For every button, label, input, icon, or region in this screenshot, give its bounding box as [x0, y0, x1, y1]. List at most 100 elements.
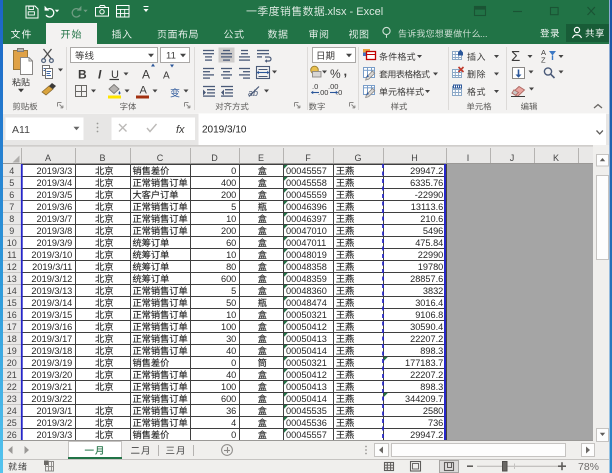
svg-text:30: 30: [226, 334, 236, 344]
svg-text:13113.6: 13113.6: [411, 202, 444, 212]
svg-text:00046396: 00046396: [286, 202, 327, 212]
svg-text:Σ: Σ: [511, 48, 520, 65]
svg-text:fx: fx: [176, 124, 185, 136]
svg-text:736: 736: [428, 418, 443, 428]
svg-text:10: 10: [226, 250, 236, 260]
svg-text:28857.6: 28857.6: [410, 274, 443, 284]
svg-text:475.84: 475.84: [415, 238, 443, 248]
svg-text:00048474: 00048474: [286, 298, 327, 308]
svg-text:00046397: 00046397: [286, 214, 327, 224]
svg-text:11: 11: [7, 250, 16, 260]
svg-text:200: 200: [221, 190, 236, 200]
svg-text:22: 22: [7, 382, 17, 392]
svg-text:2019/3/13: 2019/3/13: [31, 286, 72, 296]
svg-text:3016.4: 3016.4: [415, 298, 443, 308]
svg-text:00047011: 00047011: [286, 238, 326, 248]
svg-text:2019/3/3: 2019/3/3: [37, 430, 73, 440]
svg-text:0: 0: [231, 430, 236, 440]
svg-text:11: 11: [166, 51, 176, 62]
svg-text:600: 600: [221, 394, 236, 404]
svg-text:6: 6: [9, 190, 14, 200]
svg-text:29947.2: 29947.2: [410, 430, 443, 440]
svg-text:50: 50: [226, 298, 236, 308]
svg-text:8: 8: [9, 214, 14, 224]
svg-text:A: A: [163, 71, 170, 82]
svg-text:21: 21: [7, 370, 17, 380]
svg-text:2019/3/3: 2019/3/3: [37, 166, 73, 176]
svg-text:177183.7: 177183.7: [405, 358, 443, 368]
svg-text:00050414: 00050414: [286, 394, 327, 404]
svg-text:12: 12: [7, 262, 17, 272]
svg-text:A: A: [140, 85, 148, 97]
svg-text:7: 7: [9, 202, 14, 212]
svg-text:%: %: [330, 67, 341, 81]
svg-text:A: A: [142, 68, 150, 82]
svg-text:23: 23: [7, 394, 17, 404]
svg-text:24: 24: [7, 406, 17, 416]
svg-text:10: 10: [226, 214, 236, 224]
svg-text:2019/3/17: 2019/3/17: [31, 334, 72, 344]
svg-text:2019/3/10: 2019/3/10: [31, 250, 72, 260]
svg-text:26: 26: [7, 430, 17, 440]
svg-text:00050413: 00050413: [286, 334, 327, 344]
svg-text:00050412: 00050412: [286, 322, 327, 332]
svg-text:,: ,: [344, 64, 348, 79]
svg-text:2019/3/8: 2019/3/8: [37, 226, 73, 236]
svg-text:898.3: 898.3: [420, 346, 443, 356]
svg-text:0: 0: [231, 166, 236, 176]
svg-text:22207.2: 22207.2: [410, 334, 443, 344]
svg-text:2019/3/2: 2019/3/2: [37, 418, 73, 428]
svg-text:80: 80: [226, 262, 236, 272]
svg-text:4: 4: [9, 166, 14, 176]
svg-text:00050414: 00050414: [286, 346, 327, 356]
svg-text:00045557: 00045557: [286, 166, 327, 176]
svg-text:2019/3/9: 2019/3/9: [37, 238, 73, 248]
svg-text:00050321: 00050321: [286, 358, 327, 368]
svg-text:9106.8: 9106.8: [415, 310, 443, 320]
svg-text:40: 40: [226, 370, 236, 380]
svg-text:2019/3/4: 2019/3/4: [37, 178, 73, 188]
svg-text:...: ...: [480, 29, 488, 39]
svg-text:19: 19: [7, 346, 17, 356]
svg-text:17: 17: [7, 322, 17, 332]
svg-text:14: 14: [7, 286, 17, 296]
svg-text:5: 5: [231, 286, 236, 296]
svg-text:00048359: 00048359: [286, 274, 327, 284]
svg-text:19780: 19780: [418, 262, 444, 272]
svg-text:600: 600: [221, 274, 236, 284]
svg-text:B: B: [99, 153, 105, 163]
svg-text:898.3: 898.3: [420, 382, 443, 392]
svg-text:10: 10: [7, 238, 17, 248]
svg-text:16: 16: [7, 310, 17, 320]
svg-text:2019/3/15: 2019/3/15: [31, 310, 72, 320]
svg-text:B: B: [78, 68, 87, 82]
svg-text:25: 25: [7, 418, 17, 428]
svg-text:2019/3/12: 2019/3/12: [31, 274, 72, 284]
svg-text:00050321: 00050321: [286, 310, 327, 320]
svg-text:2019/3/16: 2019/3/16: [31, 322, 72, 332]
svg-text:00045558: 00045558: [286, 178, 327, 188]
svg-text:00045557: 00045557: [286, 430, 327, 440]
svg-text:210.6: 210.6: [420, 214, 443, 224]
svg-text:2019/3/14: 2019/3/14: [31, 298, 72, 308]
svg-text:3832: 3832: [423, 286, 443, 296]
svg-text:400: 400: [221, 178, 236, 188]
svg-text:29947.2: 29947.2: [410, 166, 443, 176]
svg-text:K: K: [553, 153, 559, 163]
svg-text:100: 100: [221, 382, 236, 392]
svg-text:22990: 22990: [418, 250, 444, 260]
svg-text:6335.76: 6335.76: [410, 178, 443, 188]
svg-text:D: D: [211, 153, 218, 163]
svg-text:2019/3/6: 2019/3/6: [37, 202, 73, 212]
svg-text:00045559: 00045559: [286, 190, 327, 200]
svg-text:.00: .00: [318, 88, 328, 97]
svg-text:2580: 2580: [423, 406, 443, 416]
svg-text:4: 4: [231, 418, 236, 428]
svg-text:13: 13: [7, 274, 17, 284]
svg-text:10: 10: [226, 310, 236, 320]
svg-text:E: E: [258, 153, 264, 163]
svg-text:200: 200: [221, 226, 236, 236]
svg-text:2019/3/18: 2019/3/18: [31, 346, 72, 356]
svg-text:15: 15: [7, 298, 17, 308]
svg-text:00048358: 00048358: [286, 262, 327, 272]
